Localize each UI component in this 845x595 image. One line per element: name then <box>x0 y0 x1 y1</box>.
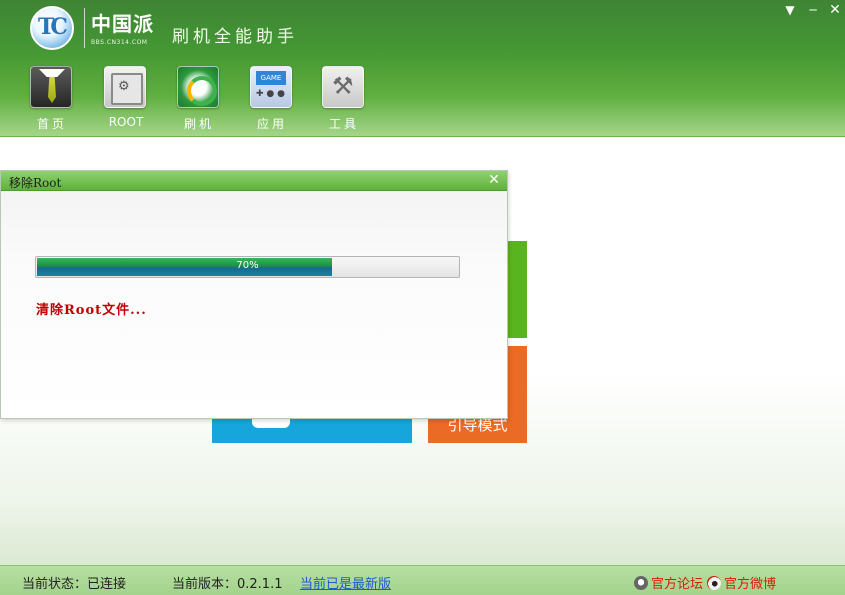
nav-home-label: 首页 <box>36 117 67 131</box>
current-version: 当前版本：0.2.1.1 <box>172 577 283 592</box>
nav-tools-label: 工具 <box>328 117 359 131</box>
progress-text: 70% <box>236 260 259 271</box>
dialog-title: 移除Root <box>9 176 62 190</box>
logo-text: 中国派 <box>91 12 154 36</box>
tile-blue[interactable] <box>212 418 412 443</box>
forum-link[interactable]: 官方论坛 <box>634 573 703 592</box>
logo-icon: TC <box>30 6 74 50</box>
nav-home[interactable]: 首页 <box>24 64 80 134</box>
nav-apps-label: 应用 <box>256 117 287 131</box>
nav-root[interactable]: ⚙ ROOT <box>98 64 154 134</box>
tools-icon: ⚒ <box>322 66 364 108</box>
header: TC 中国派 BBS.CN314.COM 刷机全能助手 ▼ ─ ✕ 首页 ⚙ R… <box>0 0 845 137</box>
remove-root-dialog: 移除Root ✕ 70% 清除Root文件... <box>0 170 508 419</box>
connection-state: 当前状态：已连接 <box>22 577 127 592</box>
suit-tie-icon <box>30 66 72 108</box>
dialog-titlebar[interactable]: 移除Root ✕ <box>1 171 507 191</box>
forum-label: 官方论坛 <box>651 577 704 592</box>
flash-refresh-icon <box>177 66 219 108</box>
weibo-label: 官方微博 <box>724 577 777 592</box>
app-title: 刷机全能助手 <box>172 27 298 47</box>
weibo-link[interactable]: 官方微博 <box>707 573 776 592</box>
logo: 中国派 BBS.CN314.COM <box>84 8 154 48</box>
nav-flash[interactable]: 刷机 <box>171 64 227 134</box>
logo-url: BBS.CN314.COM <box>91 39 148 46</box>
game-console-icon <box>250 66 292 108</box>
update-status-link[interactable]: 当前已是最新版 <box>300 573 391 592</box>
window-close-button[interactable]: ✕ <box>826 2 844 18</box>
root-safe-icon: ⚙ <box>104 66 146 108</box>
tile-green[interactable] <box>508 241 527 338</box>
status-bar: 当前状态：已连接 当前版本：0.2.1.1 当前已是最新版 官方论坛 官方微博 <box>0 565 845 595</box>
dialog-close-icon[interactable]: ✕ <box>487 172 501 188</box>
nav-root-label: ROOT <box>108 115 144 129</box>
nav-tools[interactable]: ⚒ 工具 <box>316 64 372 134</box>
nav-apps[interactable]: 应用 <box>244 64 300 134</box>
weibo-icon <box>707 576 721 590</box>
status-message: 清除Root文件... <box>36 303 147 318</box>
window-menu-button[interactable]: ▼ <box>781 2 799 18</box>
forum-icon <box>634 576 648 590</box>
window-minimize-button[interactable]: ─ <box>804 2 822 18</box>
progress-bar: 70% <box>35 256 460 278</box>
nav-flash-label: 刷机 <box>183 117 214 131</box>
